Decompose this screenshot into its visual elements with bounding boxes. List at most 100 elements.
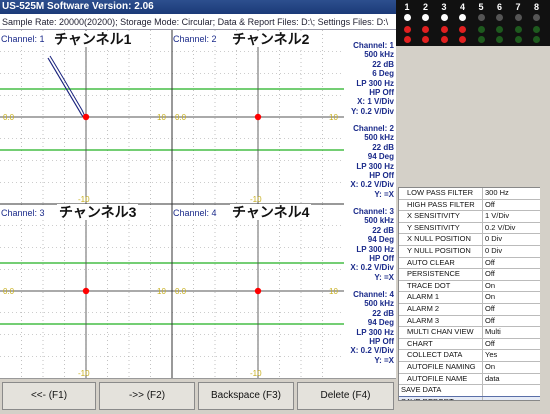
settings-menu-item-label: ALARM 1 [407,292,440,302]
channel-2-info: Channel: 2 500 kHz 22 dB 94 Deg LP 300 Hz HP … [350,124,394,199]
axis-ten-label: 10 [157,113,166,122]
settings-menu-item[interactable]: Y SENSITIVITY 0.2 V/Div [399,222,541,235]
channel-1-label: Channel: 1 [1,34,45,44]
settings-menu-item-value: Off [482,338,541,350]
channel-4-active-led [459,26,466,33]
settings-menu-item[interactable]: CHART Off [399,338,541,351]
axis-zero-label: 0.0 [175,287,187,296]
settings-menu-item-value [482,396,541,400]
settings-menu[interactable]: LOW PASS FILTER 300 Hz HIGH PASS FILTER Off… [398,187,542,401]
settings-menu-item-value: On [482,361,541,373]
channel-4-label: Channel: 4 [173,208,217,218]
channel-7-alarm-led [514,36,522,43]
signal-dot [254,287,262,295]
axis-ten-label: 10 [329,113,338,122]
channel-1-active-led [403,26,411,33]
window-title: US-525M Software Version: 2.06 [0,0,396,14]
channel-led-number: 4 [459,2,465,12]
settings-menu-item[interactable]: AUTOFILE NAME data [399,373,541,386]
settings-menu-item[interactable]: MULTI CHAN VIEW Multi [399,327,541,339]
settings-menu-item-label: X SENSITIVITY [407,211,460,221]
settings-menu-item[interactable]: AUTOFILE NAMING On [399,361,541,374]
settings-menu-item-label: SAVE REPORT [399,397,482,400]
settings-menu-item[interactable]: TRACE DOT On [399,280,541,293]
channel-8-active-led [533,26,540,33]
settings-menu-item[interactable]: AUTO CLEAR Off [399,257,541,270]
channel-led-number: 7 [515,2,521,12]
settings-menu-item[interactable]: Y NULL POSITION 0 Div [399,245,541,258]
axis-ten-label: 10 [329,287,338,296]
channel-3-alarm-led [440,36,448,43]
settings-menu-item-value: On [482,280,541,292]
settings-menu-item-value: 0.2 V/Div [482,222,541,234]
settings-menu-item-label: X NULL POSITION [407,234,471,244]
settings-menu-item-value: 300 Hz [482,188,541,199]
settings-menu-item-value: Off [482,303,541,315]
settings-menu-item-value: 1 V/Div [482,211,541,222]
f1-cursor-left-button[interactable]: <<- (F1) [2,382,96,410]
settings-menu-item-label: AUTOFILE NAME [407,373,468,383]
settings-menu-item-value: Multi [482,327,541,338]
axis-zero-label: 0.0 [175,113,187,122]
channel-led-panel: 1 2 3 4 5 6 7 8 [396,0,550,46]
settings-menu-item[interactable]: ALARM 3 Off [399,315,541,328]
channel-1-info: Channel: 1 500 kHz 22 dB 6 Deg LP 300 Hz HP O… [351,41,394,116]
channel-led-number: 6 [496,2,502,12]
f2-cursor-right-button[interactable]: ->> (F2) [99,382,195,410]
settings-menu-item[interactable]: X SENSITIVITY 1 V/Div [399,211,541,223]
channel-2-label: Channel: 2 [173,34,217,44]
settings-menu-item[interactable]: SAVE REPORT [399,395,541,400]
channel-2-status-led [422,14,429,21]
status-bar: Sample Rate: 20000(20200); Storage Mode:… [0,14,396,30]
channel-led-number: 3 [441,2,447,12]
axis-minus-ten-label: -10 [78,195,90,204]
settings-menu-item[interactable]: SAVE DATA [399,385,541,397]
settings-menu-item[interactable]: COLLECT DATA Yes [399,350,541,362]
settings-menu-item[interactable]: LOW PASS FILTER 300 Hz [399,188,541,200]
channel-4-info: Channel: 4 500 kHz 22 dB 94 Deg LP 300 Hz HP … [350,290,394,365]
settings-menu-item-label: HIGH PASS FILTER [407,199,475,209]
channel-led-number: 1 [404,2,410,12]
settings-menu-item-label: SAVE DATA [401,385,442,395]
settings-menu-item-label: CHART [407,338,433,348]
channel-6-active-led [496,26,503,33]
channel-6-status-led [496,14,503,21]
settings-menu-item-label: AUTOFILE NAMING [407,361,476,371]
channel-5-active-led [477,26,485,33]
settings-menu-item-value: Off [482,269,541,280]
settings-menu-item-value: Off [482,257,541,269]
channel-1-status-led [403,14,411,21]
channel-2-jp-name: チャンネル2 [230,31,312,47]
channel-7-active-led [514,26,522,33]
channel-3-jp-name: チャンネル3 [57,204,139,220]
channel-6-alarm-led [496,36,503,43]
settings-menu-item[interactable]: PERSISTENCE Off [399,269,541,281]
f3-backspace-button[interactable]: Backspace (F3) [198,382,294,410]
settings-menu-scrollbar[interactable] [540,187,550,401]
channel-5-alarm-led [477,36,485,43]
axis-zero-label: 0.0 [3,287,15,296]
settings-menu-item[interactable]: HIGH PASS FILTER Off [399,199,541,212]
right-panel-background [396,46,550,187]
channel-3-status-led [440,14,448,21]
channel-1-jp-name: チャンネル1 [52,31,134,47]
signal-trace [49,55,87,119]
axis-zero-label: 0.0 [3,113,15,122]
signal-dot [82,113,90,121]
settings-menu-item[interactable]: ALARM 1 On [399,292,541,304]
settings-menu-item[interactable]: X NULL POSITION 0 Div [399,234,541,246]
axis-minus-ten-label: -10 [250,369,262,378]
signal-trace [47,57,87,119]
f4-delete-button[interactable]: Delete (F4) [297,382,394,410]
settings-menu-item-label: COLLECT DATA [407,350,463,360]
axis-minus-ten-label: -10 [250,195,262,204]
channel-3-label: Channel: 3 [1,208,45,218]
axis-minus-ten-label: -10 [78,369,90,378]
channel-7-status-led [514,14,522,21]
settings-menu-item-value: Yes [482,350,541,361]
scope-display[interactable]: 0.0 10 -10 0.0 10 -10 0.0 10 -10 0.0 10 -10 Channel… [0,30,396,378]
settings-menu-item-label: TRACE DOT [407,280,451,290]
settings-menu-item-value: On [482,292,541,303]
channel-led-number: 5 [478,2,484,12]
settings-menu-item[interactable]: ALARM 2 Off [399,303,541,316]
